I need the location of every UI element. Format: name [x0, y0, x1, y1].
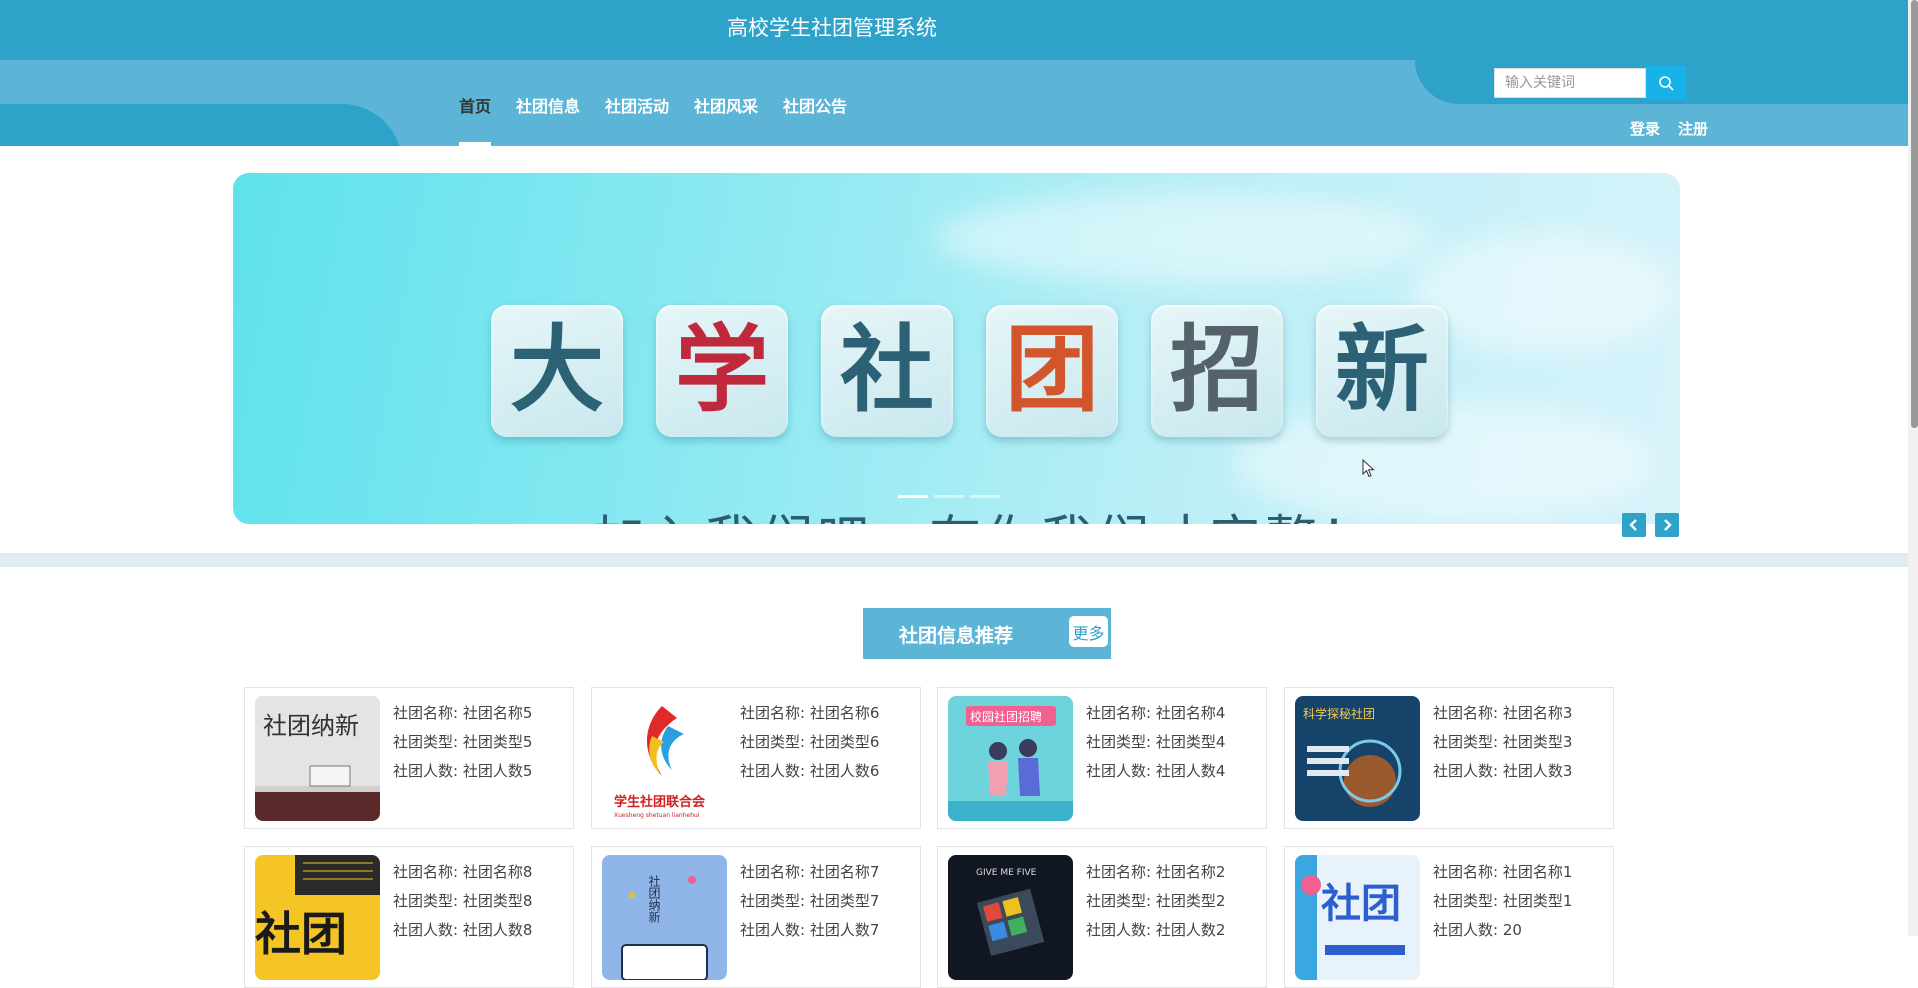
search-icon — [1659, 75, 1674, 90]
carousel-next-button[interactable] — [1655, 513, 1679, 537]
club-name: 社团名称: 社团名称5 — [393, 704, 533, 722]
club-card[interactable]: 社团纳新 社团名称: 社团名称5 社团类型: 社团类型5 社团人数: 社团人数5 — [244, 687, 574, 829]
site-title: 高校学生社团管理系统 — [727, 16, 937, 40]
image-caption: 学生社团联合会 — [614, 794, 706, 810]
club-type: 社团类型: 社团类型4 — [1086, 733, 1226, 751]
club-card[interactable]: GIVE ME FIVE 社团名称: 社团名称2 社团类型: 社团类型2 社团人… — [937, 846, 1267, 988]
club-card[interactable]: 社团纳新 社团名称: 社团名称7 社团类型: 社团类型7 社团人数: 社团人数7 — [591, 846, 921, 988]
club-card[interactable]: 校园社团招聘 社团名称: 社团名称4 社团类型: 社团类型4 社团人数: 社团人… — [937, 687, 1267, 829]
image-subcaption: Xuesheng shetuan lianhehui — [614, 812, 700, 819]
section-title: 社团信息推荐 — [899, 625, 1014, 647]
carousel-dot[interactable] — [970, 495, 1000, 498]
banner-slogan: 加入我们吧，有你我们才完整！ — [593, 498, 1377, 524]
carousel-dot[interactable] — [934, 495, 964, 498]
club-name: 社团名称: 社团名称7 — [740, 863, 880, 881]
club-members: 社团人数: 社团人数3 — [1433, 762, 1573, 780]
banner-tile: 招 — [1151, 305, 1283, 437]
header-top-bar — [0, 0, 1918, 60]
club-type: 社团类型: 社团类型3 — [1433, 733, 1573, 751]
banner-tile: 新 — [1316, 305, 1448, 437]
club-image: 社团纳新 — [255, 696, 380, 821]
club-image: 科学探秘社团 — [1295, 696, 1420, 821]
club-card[interactable]: 科学探秘社团 社团名称: 社团名称3 社团类型: 社团类型3 社团人数: 社团人… — [1284, 687, 1614, 829]
club-image: 社团纳新 — [602, 855, 727, 980]
nav-item-club-info[interactable]: 社团信息 — [516, 93, 580, 117]
banner-tile: 大 — [491, 305, 623, 437]
club-type: 社团类型: 社团类型5 — [393, 733, 533, 751]
club-image: GIVE ME FIVE — [948, 855, 1073, 980]
nav-decoration-left — [0, 104, 402, 146]
banner-tile: 社 — [821, 305, 953, 437]
page-scrollbar-thumb[interactable] — [1911, 0, 1918, 428]
chevron-left-icon — [1629, 519, 1637, 531]
image-caption: 校园社团招聘 — [970, 709, 1042, 724]
image-caption: 社团纳新 — [647, 874, 661, 923]
club-members: 社团人数: 社团人数5 — [393, 762, 533, 780]
club-type: 社团类型: 社团类型7 — [740, 892, 880, 910]
club-members: 社团人数: 社团人数4 — [1086, 762, 1226, 780]
nav-active-indicator — [459, 142, 491, 146]
carousel-pagination — [898, 495, 1000, 498]
image-caption: 社团纳新 — [263, 712, 359, 740]
club-image: 校园社团招聘 — [948, 696, 1073, 821]
club-card[interactable]: 学生社团联合会 Xuesheng shetuan lianhehui 社团名称:… — [591, 687, 921, 829]
club-name: 社团名称: 社团名称4 — [1086, 704, 1226, 722]
nav-item-club-notices[interactable]: 社团公告 — [783, 93, 847, 117]
club-name: 社团名称: 社团名称6 — [740, 704, 880, 722]
carousel-prev-button[interactable] — [1622, 513, 1646, 537]
nav-item-club-showcase[interactable]: 社团风采 — [694, 93, 758, 117]
club-image: 社团 — [255, 855, 380, 980]
nav-item-club-activities[interactable]: 社团活动 — [605, 93, 669, 117]
image-caption: 社团 — [255, 907, 347, 961]
club-name: 社团名称: 社团名称3 — [1433, 704, 1573, 722]
section-heading: 社团信息推荐 更多 — [863, 608, 1111, 659]
nav-item-home[interactable]: 首页 — [459, 93, 491, 117]
image-caption: 科学探秘社团 — [1303, 706, 1375, 721]
more-button[interactable]: 更多 — [1069, 616, 1108, 647]
banner-cloud — [1413, 233, 1673, 353]
image-caption: 社团 — [1321, 881, 1401, 927]
club-members: 社团人数: 社团人数6 — [740, 762, 880, 780]
club-card[interactable]: 社团 社团名称: 社团名称1 社团类型: 社团类型1 社团人数: 20 — [1284, 846, 1614, 988]
search-input[interactable] — [1494, 68, 1646, 98]
site-header: 高校学生社团管理系统 首页 社团信息 社团活动 社团风采 社团公告 登录 注册 — [0, 0, 1918, 146]
banner-cloud — [933, 193, 1433, 283]
club-type: 社团类型: 社团类型8 — [393, 892, 533, 910]
banner-tile: 学 — [656, 305, 788, 437]
banner-character-tiles: 大 学 社 团 招 新 — [491, 305, 1448, 437]
club-members: 社团人数: 社团人数7 — [740, 921, 880, 939]
search-button[interactable] — [1646, 66, 1686, 99]
club-card[interactable]: 社团 社团名称: 社团名称8 社团类型: 社团类型8 社团人数: 社团人数8 — [244, 846, 574, 988]
chevron-right-icon — [1664, 519, 1672, 531]
register-link[interactable]: 注册 — [1678, 118, 1708, 139]
carousel-dot[interactable] — [898, 495, 928, 498]
club-type: 社团类型: 社团类型6 — [740, 733, 880, 751]
club-type: 社团类型: 社团类型1 — [1433, 892, 1573, 910]
club-image: 社团 — [1295, 855, 1420, 980]
club-name: 社团名称: 社团名称8 — [393, 863, 533, 881]
banner-tile: 团 — [986, 305, 1118, 437]
banner-carousel[interactable]: 大 学 社 团 招 新 加入我们吧，有你我们才完整！ — [233, 173, 1680, 524]
club-members: 社团人数: 社团人数8 — [393, 921, 533, 939]
login-link[interactable]: 登录 — [1630, 118, 1660, 139]
club-name: 社团名称: 社团名称1 — [1433, 863, 1573, 881]
club-image: 学生社团联合会 Xuesheng shetuan lianhehui — [602, 696, 727, 821]
club-name: 社团名称: 社团名称2 — [1086, 863, 1226, 881]
club-members: 社团人数: 20 — [1433, 921, 1522, 939]
club-members: 社团人数: 社团人数2 — [1086, 921, 1226, 939]
mouse-cursor-icon — [1362, 459, 1375, 478]
club-type: 社团类型: 社团类型2 — [1086, 892, 1226, 910]
image-caption: GIVE ME FIVE — [976, 868, 1037, 878]
section-divider — [0, 553, 1908, 567]
